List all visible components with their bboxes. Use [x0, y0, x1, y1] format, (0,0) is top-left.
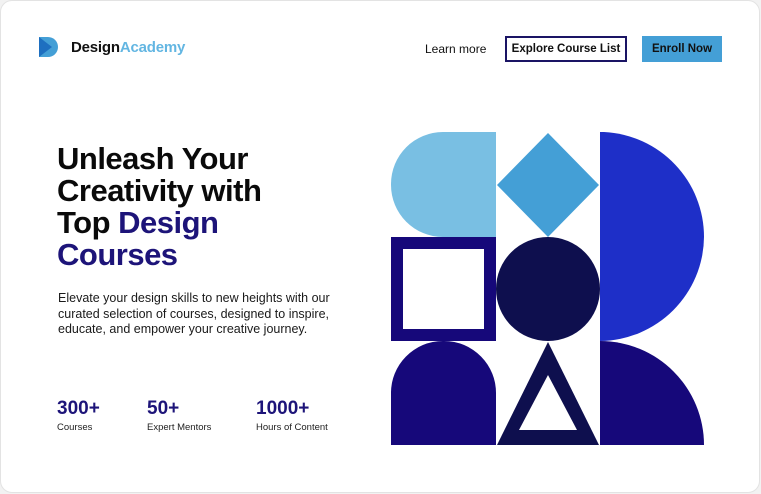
learn-more-link[interactable]: Learn more [425, 42, 486, 56]
hero-title-accent-design: Design [118, 205, 219, 240]
play-logo-icon [39, 37, 58, 57]
brand-name: DesignAcademy [71, 39, 185, 56]
stat-label: Hours of Content [256, 422, 328, 433]
arch-shape [391, 341, 497, 445]
stat-courses: 300+ Courses [57, 398, 100, 434]
page-frame: DesignAcademy Learn more Explore Course … [0, 0, 760, 493]
brand-name-part1: Design [71, 38, 120, 56]
stat-hours: 1000+ Hours of Content [256, 398, 328, 434]
half-circle-shape [600, 132, 705, 341]
hero-description: Elevate your design skills to new height… [58, 291, 330, 336]
brand-name-part2: Academy [119, 38, 186, 56]
quarter-shape [600, 341, 704, 445]
circle-shape [496, 237, 600, 341]
hero-title: Unleash Your Creativity with Top Design … [57, 143, 357, 271]
stat-mentors: 50+ Expert Mentors [147, 398, 212, 434]
enroll-now-button[interactable]: Enroll Now [642, 36, 722, 62]
hero-title-line1: Unleash Your [57, 141, 248, 176]
rounded-block-shape [391, 132, 496, 237]
hero-title-line3: Top [57, 205, 119, 240]
hero-illustration [391, 132, 705, 445]
square-outline-shape [391, 237, 496, 341]
explore-course-list-button[interactable]: Explore Course List [505, 36, 627, 62]
hero-title-line2: Creativity with [57, 173, 262, 208]
stat-label: Expert Mentors [147, 422, 212, 433]
stat-value: 50+ [147, 398, 180, 419]
hero-title-accent-courses: Courses [57, 237, 178, 272]
diamond-shape [497, 133, 599, 237]
stat-value: 300+ [57, 398, 100, 419]
stat-label: Courses [57, 422, 93, 433]
stat-value: 1000+ [256, 398, 310, 419]
brand-logo[interactable]: DesignAcademy [39, 37, 185, 57]
